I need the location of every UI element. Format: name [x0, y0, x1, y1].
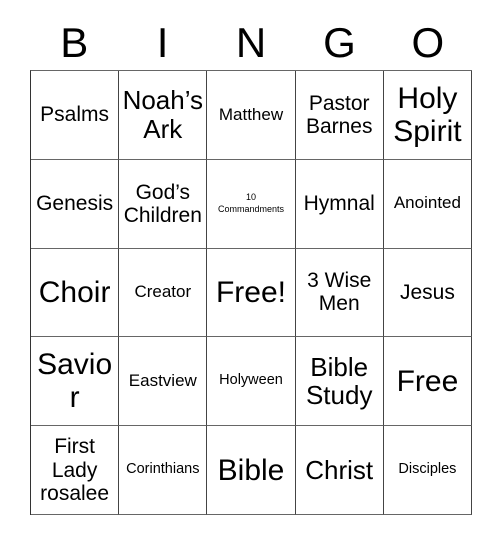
bingo-cell-label: Free	[396, 364, 459, 398]
bingo-row: Genesis God’s Children 10 Commandments H…	[31, 159, 473, 249]
bingo-cell[interactable]: 3 Wise Men	[295, 248, 384, 338]
header-letter-g: G	[323, 19, 356, 66]
bingo-cell[interactable]: Hymnal	[295, 159, 384, 249]
bingo-cell[interactable]: Savior	[31, 337, 120, 427]
bingo-cell-label: Bible Study	[305, 351, 373, 411]
bingo-cell[interactable]: Noah’s Ark	[119, 71, 208, 160]
header-letter-o: O	[411, 19, 445, 66]
bingo-cell[interactable]: Holy Spirit	[383, 71, 473, 160]
bingo-cell-label: Disciples	[398, 461, 457, 478]
bingo-cell-label: Genesis	[36, 192, 114, 216]
header-letter-i: I	[156, 19, 169, 66]
bingo-cell-label: Christ	[305, 454, 374, 485]
bingo-cell[interactable]: Genesis	[31, 159, 120, 249]
bingo-cell-label: God’s Children	[123, 180, 202, 227]
bingo-cell-label: Anointed	[393, 193, 461, 213]
bingo-cell[interactable]: Holyween	[207, 337, 296, 427]
bingo-cell-label: Corinthians	[126, 461, 200, 478]
bingo-cell-label: Creator	[134, 282, 192, 302]
bingo-card: B I N G O Psalms Noah’s Ark Matthew Past…	[0, 0, 500, 544]
bingo-cell-label: Psalms	[40, 103, 110, 127]
bingo-cell-label: Eastview	[128, 370, 197, 390]
bingo-row: Choir Creator Free! 3 Wise Men Jesus	[31, 248, 473, 338]
bingo-cell-label: Matthew	[218, 104, 284, 124]
bingo-cell-label: Bible	[217, 453, 285, 487]
bingo-header: B I N G O	[30, 16, 472, 70]
bingo-cell-free[interactable]: Free	[383, 337, 473, 427]
bingo-row: Savior Eastview Holyween Bible Study Fre…	[31, 337, 473, 427]
bingo-cell-label: 3 Wise Men	[307, 269, 372, 316]
bingo-cell-label: Choir	[38, 275, 111, 309]
bingo-cell-label: Hymnal	[303, 192, 375, 216]
bingo-cell-label: Jesus	[399, 280, 455, 304]
bingo-cell[interactable]: Corinthians	[119, 426, 208, 515]
bingo-cell[interactable]: Pastor Barnes	[295, 71, 384, 160]
header-letter-b: B	[60, 19, 89, 66]
header-letter-n: N	[235, 19, 267, 66]
bingo-cell-label: Noah’s Ark	[122, 85, 204, 144]
bingo-cell[interactable]: Bible Study	[295, 337, 384, 427]
bingo-grid: Psalms Noah’s Ark Matthew Pastor Barnes …	[30, 70, 473, 515]
bingo-cell-label: First Lady rosalee	[40, 435, 110, 505]
bingo-cell-label: Holyween	[219, 372, 283, 389]
bingo-cell[interactable]: Jesus	[383, 248, 473, 338]
bingo-cell[interactable]: Matthew	[207, 71, 296, 160]
bingo-row: First Lady rosalee Corinthians Bible Chr…	[31, 426, 473, 515]
bingo-cell-label: Savior	[37, 348, 113, 415]
bingo-cell[interactable]: Psalms	[31, 71, 120, 160]
bingo-cell[interactable]: Christ	[295, 426, 384, 515]
bingo-cell[interactable]: Bible	[207, 426, 296, 515]
bingo-cell-label: Holy Spirit	[393, 81, 462, 148]
bingo-cell-free[interactable]: Free!	[207, 248, 296, 338]
bingo-cell[interactable]: Creator	[119, 248, 208, 338]
bingo-cell[interactable]: Eastview	[119, 337, 208, 427]
bingo-cell[interactable]: Disciples	[383, 426, 473, 515]
bingo-cell[interactable]: 10 Commandments	[207, 159, 296, 249]
bingo-cell[interactable]: Anointed	[383, 159, 473, 249]
bingo-row: Psalms Noah’s Ark Matthew Pastor Barnes …	[31, 71, 473, 160]
bingo-cell-label: Free!	[215, 275, 287, 309]
bingo-cell-label: Pastor Barnes	[305, 91, 373, 138]
bingo-cell[interactable]: God’s Children	[119, 159, 208, 249]
bingo-cell[interactable]: Choir	[31, 248, 120, 338]
bingo-cell[interactable]: First Lady rosalee	[31, 426, 120, 515]
bingo-cell-label: 10 Commandments	[217, 192, 285, 214]
